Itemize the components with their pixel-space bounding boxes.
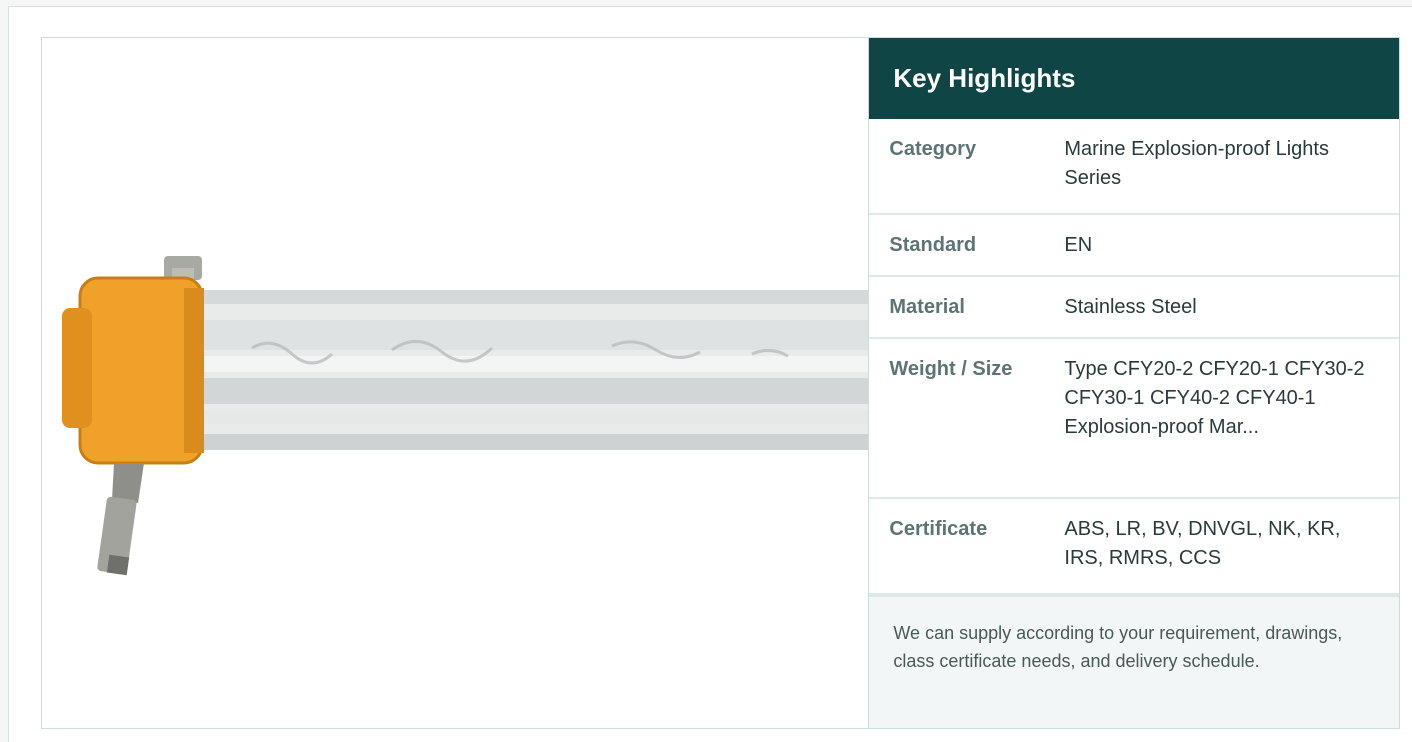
spec-label: Material <box>889 296 965 318</box>
product-image <box>62 256 869 576</box>
spec-value: ABS, LR, BV, DNVGL, NK, KR, IRS, RMRS, C… <box>1064 518 1341 569</box>
spec-label: Weight / Size <box>889 358 1013 380</box>
spec-value: Stainless Steel <box>1064 296 1197 318</box>
spec-row-material: Material Stainless Steel <box>869 277 1399 339</box>
spec-label: Category <box>889 138 977 160</box>
supply-note-box: We can supply according to your requirem… <box>869 595 1399 728</box>
supply-note: We can supply according to your requirem… <box>893 623 1343 671</box>
key-highlights-title: Key Highlights <box>893 63 1076 93</box>
spec-row-weight-size: Weight / Size Type CFY20-2 CFY20-1 CFY30… <box>869 339 1399 499</box>
page-frame: Key Highlights Category Marine Explosion… <box>8 6 1412 742</box>
key-highlights-panel: Key Highlights Category Marine Explosion… <box>868 38 1399 728</box>
spec-value: Type CFY20-2 CFY20-1 CFY30-2 CFY30-1 CFY… <box>1064 358 1365 438</box>
spec-row-certificate: Certificate ABS, LR, BV, DNVGL, NK, KR, … <box>869 499 1399 595</box>
key-highlights-header: Key Highlights <box>869 38 1399 119</box>
spec-label: Certificate <box>889 518 988 540</box>
spec-row-standard: Standard EN <box>869 215 1399 277</box>
spec-value: Marine Explosion-proof Lights Series <box>1064 138 1329 189</box>
spec-row-category: Category Marine Explosion-proof Lights S… <box>869 119 1399 215</box>
product-image-pane <box>42 38 869 728</box>
product-card: Key Highlights Category Marine Explosion… <box>41 37 1400 729</box>
spec-value: EN <box>1064 234 1093 256</box>
spec-label: Standard <box>889 234 977 256</box>
